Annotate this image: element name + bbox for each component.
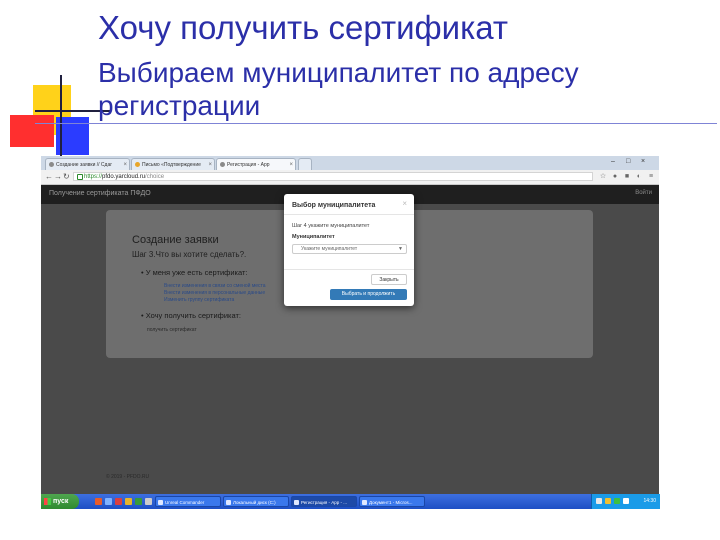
login-link[interactable]: Войти [635,190,652,196]
divider [284,214,414,215]
extension-icon[interactable]: ● [611,173,619,180]
site-brand[interactable]: Получение сертификата ПФДО [49,190,151,197]
start-button[interactable]: пуск [41,494,79,509]
select-placeholder: Укажите муниципалитет [301,246,358,252]
tray-icon[interactable] [596,498,602,504]
star-icon[interactable]: ☆ [599,173,607,180]
address-bar: ← → ↻ https://pfdo.yarcloud.ru/choice ☆ … [41,170,659,185]
step-text: Шаг 3.Что вы хотите сделать?. [132,250,247,259]
lock-icon [77,174,83,180]
browser-tab[interactable]: Письмо «Подтверждение × [131,158,215,170]
municipality-modal: Выбор муниципалитета × Шаг 4 укажите мун… [284,194,414,306]
close-icon[interactable]: × [402,199,407,208]
decor-vertical-line [60,75,62,163]
close-icon[interactable]: × [123,159,127,170]
back-icon[interactable]: ← [45,172,53,181]
menu-icon[interactable]: ≡ [647,173,655,180]
quicklaunch-icon[interactable] [125,498,132,505]
page-icon [49,162,54,167]
quicklaunch-icon[interactable] [105,498,112,505]
quicklaunch-icon[interactable] [95,498,102,505]
taskbar-item-label: Unreal Commander [165,500,205,505]
camera-icon[interactable]: ■ [623,173,631,180]
reload-icon[interactable]: ↻ [63,172,70,181]
browser-tab-active[interactable]: Регистрация - App × [216,158,296,170]
volume-icon[interactable] [623,498,629,504]
select-continue-button[interactable]: Выбрать и продолжить [330,289,407,300]
quicklaunch-icon[interactable] [145,498,152,505]
taskbar-item-active[interactable]: Регистрация - App - ... [291,496,357,507]
tray-icon[interactable] [614,498,620,504]
forward-icon[interactable]: → [54,172,62,181]
slide-title: Хочу получить сертификат [98,9,509,46]
taskbar-item[interactable]: Unreal Commander [155,496,221,507]
municipality-label: Муниципалитет [292,234,335,240]
get-certificate-link[interactable]: получить сертификат [147,327,197,333]
taskbar-item-label: Документ1 - Micros... [369,500,413,505]
windows-logo-icon [44,498,51,505]
tab-label: Регистрация - App [227,162,270,168]
browser-tab-bar: Создание заявки // Сдаг × Письмо «Подтве… [41,156,659,170]
os-taskbar: пуск Unreal Commander Локальный диск (C:… [41,494,660,509]
browser-tab[interactable]: Создание заявки // Сдаг × [45,158,130,170]
word-icon [362,500,367,505]
modal-step-text: Шаг 4 укажите муниципалитет [292,223,370,229]
option-label: Хочу получить сертификат: [145,311,241,320]
decor-horizontal-line [35,123,717,124]
url-scheme: https:// [84,174,103,180]
window-close-icon[interactable]: × [641,157,645,167]
page-icon [220,162,225,167]
url-field[interactable]: https://pfdo.yarcloud.ru/choice [73,172,593,181]
mail-icon [135,162,140,167]
taskbar-item[interactable]: Документ1 - Micros... [359,496,425,507]
tray-icon[interactable] [605,498,611,504]
tab-label: Письмо «Подтверждение [142,162,201,168]
option-link[interactable]: Внести изменения в персональные данные [164,290,265,296]
settings-icon[interactable]: ◐ [635,173,643,180]
taskbar-item-label: Регистрация - App - ... [301,500,348,505]
modal-title: Выбор муниципалитета [292,202,376,209]
browser-icon [294,500,299,505]
option-link[interactable]: Изменить группу сертификата [164,297,234,303]
close-icon[interactable]: × [289,159,293,170]
folder-icon [226,500,231,505]
chevron-down-icon: ▼ [398,246,403,252]
close-button[interactable]: Закрыть [371,274,407,285]
tray-clock: 14:30 [643,498,656,504]
panel-heading: Создание заявки [132,234,219,246]
url-host: pfdo.yarcloud.ru [102,174,146,180]
taskbar-item-label: Локальный диск (C:) [233,500,276,505]
start-label: пуск [53,498,69,505]
minimize-icon[interactable]: – [611,157,615,167]
quicklaunch-icon[interactable] [115,498,122,505]
decor-red-square [10,115,54,147]
tab-label: Создание заявки // Сдаг [56,162,113,168]
divider [284,269,414,270]
quicklaunch-icon[interactable] [135,498,142,505]
option-get-certificate: • Хочу получить сертификат: [141,311,241,320]
maximize-icon[interactable]: □ [626,157,630,167]
system-tray: 14:30 [591,494,660,509]
option-have-certificate: • У меня уже есть сертификат: [141,268,248,277]
slide-subtitle: Выбираем муниципалитет по адресу регистр… [98,57,579,121]
option-label: У меня уже есть сертификат: [145,268,248,277]
url-path: /choice [145,174,165,180]
option-link[interactable]: Внести изменения в связи со сменой места [164,283,266,289]
close-icon[interactable]: × [208,159,212,170]
new-tab-button[interactable] [298,158,312,170]
taskbar-item[interactable]: Локальный диск (C:) [223,496,289,507]
app-icon [158,500,163,505]
site-footer: © 2019 - PFDO.RU [106,474,150,480]
municipality-select[interactable]: Укажите муниципалитет ▼ [292,244,407,254]
browser-screenshot: Создание заявки // Сдаг × Письмо «Подтве… [41,156,659,508]
